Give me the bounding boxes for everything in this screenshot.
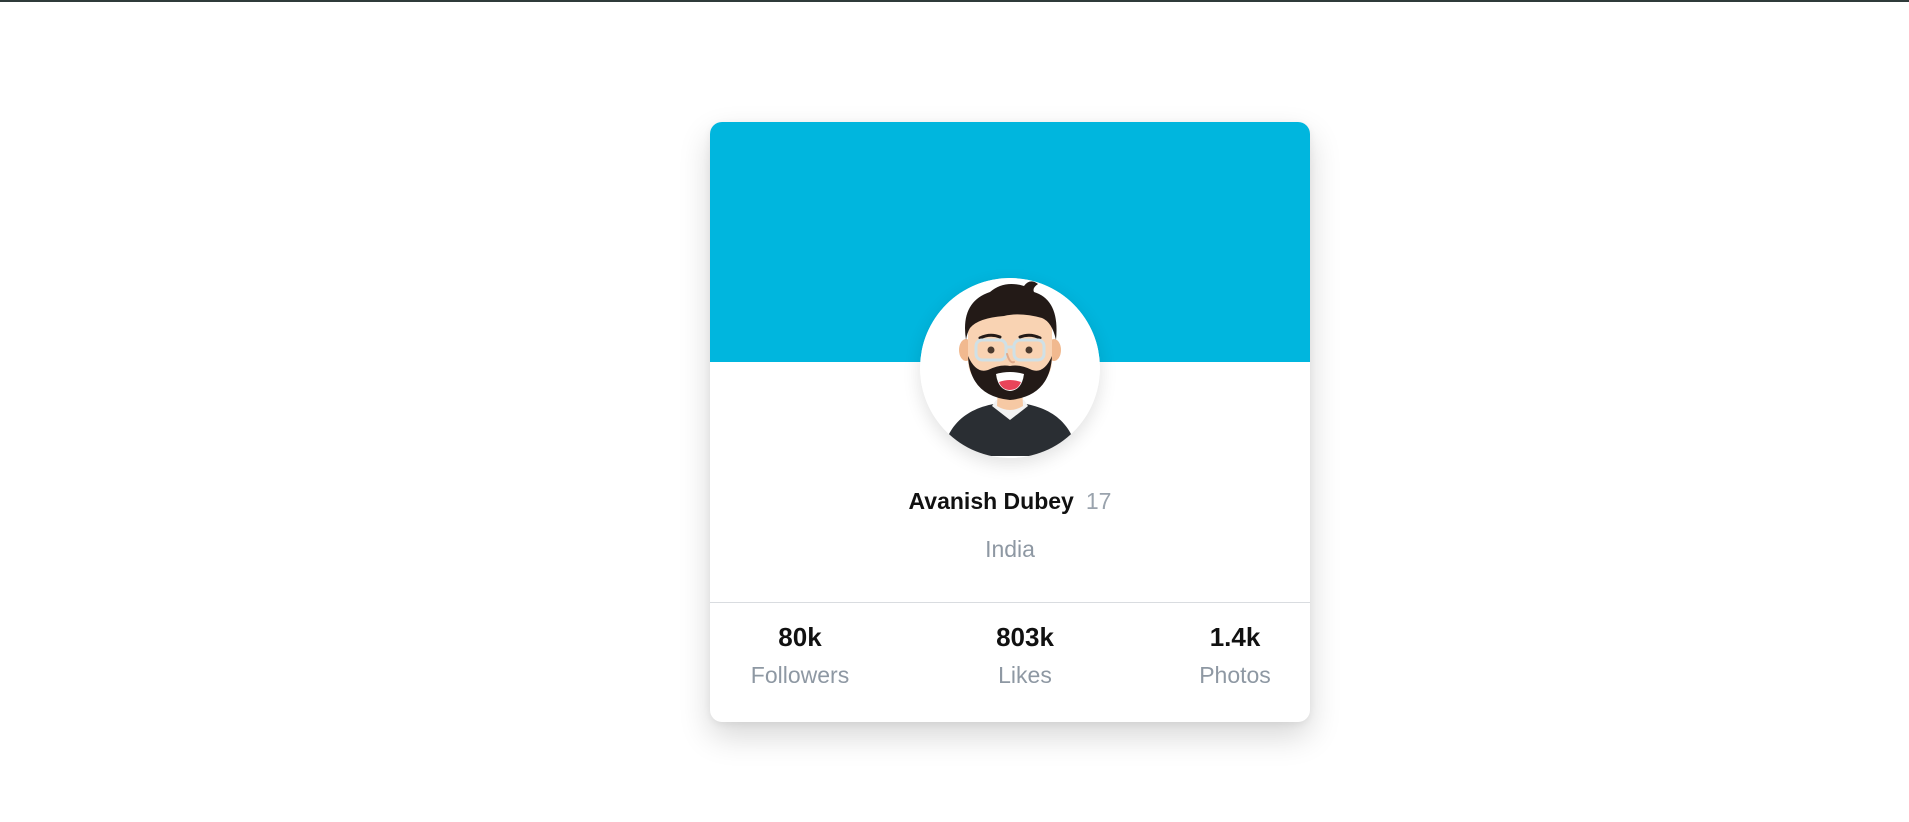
stat-label: Followers [750, 662, 850, 688]
profile-country: India [985, 536, 1035, 562]
stat-label: Photos [1199, 662, 1271, 688]
stat-value: 1.4k [1209, 622, 1261, 652]
stat-value: 803k [996, 622, 1054, 652]
top-border [0, 0, 1909, 2]
stats-row: 80k Followers 803k Likes 1.4k Photos [710, 612, 1310, 712]
profile-age: 17 [1085, 488, 1112, 514]
stat-value: 80k [778, 622, 822, 652]
stat-likes: 803k Likes [945, 612, 1105, 690]
profile-card: Avanish Dubey 17 India 80k Followers 803k… [710, 122, 1310, 722]
avatar [920, 278, 1100, 458]
stat-label: Likes [998, 662, 1052, 688]
divider [710, 602, 1310, 603]
bearded-man-avatar-icon [920, 278, 1100, 458]
stat-photos: 1.4k Photos [1155, 612, 1310, 690]
profile-name: Avanish Dubey [908, 488, 1074, 514]
stat-followers: 80k Followers [720, 612, 880, 690]
name-row: Avanish Dubey 17 [710, 486, 1310, 516]
